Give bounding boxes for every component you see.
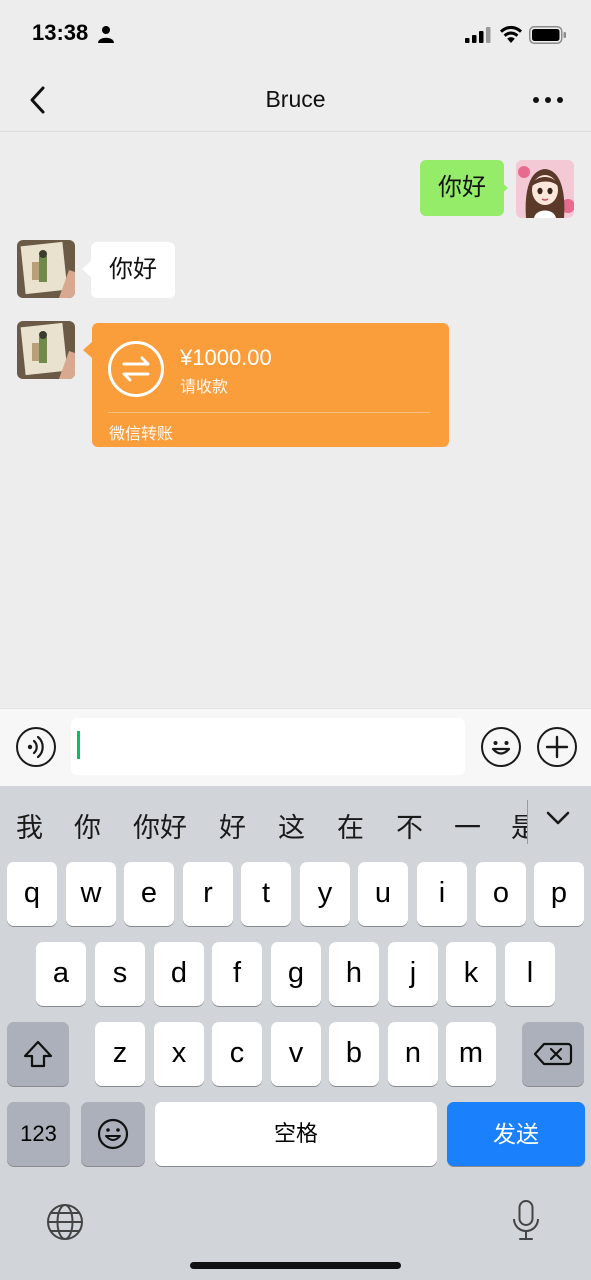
voice-icon[interactable]	[16, 727, 56, 767]
shift-key[interactable]	[7, 1022, 69, 1086]
message-input[interactable]	[71, 718, 465, 775]
shift-icon	[23, 1040, 53, 1068]
home-indicator[interactable]	[190, 1262, 401, 1269]
key-b[interactable]: b	[329, 1022, 379, 1086]
divider	[527, 800, 528, 844]
more-icon[interactable]	[530, 92, 566, 108]
transfer-footer-label: 微信转账	[109, 426, 174, 443]
key-p[interactable]: p	[534, 862, 584, 926]
plus-icon[interactable]	[537, 727, 577, 767]
space-key[interactable]: 空格	[155, 1102, 437, 1166]
key-k[interactable]: k	[446, 942, 496, 1006]
key-h[interactable]: h	[329, 942, 379, 1006]
key-n[interactable]: n	[388, 1022, 438, 1086]
transfer-card[interactable]: ¥1000.00 请收款 微信转账	[92, 323, 449, 447]
status-time: 13:38	[32, 20, 89, 45]
key-w[interactable]: w	[66, 862, 116, 926]
contact-avatar[interactable]	[17, 240, 75, 298]
key-o[interactable]: o	[476, 862, 526, 926]
bubble-tail	[499, 180, 508, 196]
candidate-word[interactable]: 在	[337, 806, 364, 845]
key-j[interactable]: j	[388, 942, 438, 1006]
wifi-icon	[500, 25, 522, 43]
key-r[interactable]: r	[183, 862, 233, 926]
candidate-clip: 是	[511, 800, 527, 844]
candidate-word[interactable]: 我	[16, 806, 43, 845]
signal-icon	[465, 27, 491, 43]
key-f[interactable]: f	[212, 942, 262, 1006]
transfer-note: 请收款	[180, 379, 229, 396]
transfer-arrows-icon	[108, 341, 164, 397]
transfer-amount: ¥1000.00	[180, 345, 272, 370]
emoji-icon[interactable]	[481, 727, 521, 767]
emoji-keyboard-key[interactable]	[81, 1102, 145, 1166]
key-x[interactable]: x	[154, 1022, 204, 1086]
key-u[interactable]: u	[358, 862, 408, 926]
key-d[interactable]: d	[154, 942, 204, 1006]
key-l[interactable]: l	[505, 942, 555, 1006]
key-c[interactable]: c	[212, 1022, 262, 1086]
key-g[interactable]: g	[271, 942, 321, 1006]
key-y[interactable]: y	[300, 862, 350, 926]
key-z[interactable]: z	[95, 1022, 145, 1086]
bubble-tail	[83, 342, 92, 358]
incoming-message-bubble[interactable]: 你好	[91, 242, 175, 298]
key-v[interactable]: v	[271, 1022, 321, 1086]
text-caret	[77, 731, 80, 759]
chat-title: Bruce	[265, 86, 326, 112]
contact-avatar[interactable]	[17, 321, 75, 379]
candidate-word[interactable]: 你	[74, 806, 101, 845]
person-icon	[98, 26, 114, 43]
key-m[interactable]: m	[446, 1022, 496, 1086]
key-t[interactable]: t	[241, 862, 291, 926]
battery-icon	[529, 26, 566, 44]
candidate-word[interactable]: 不	[396, 806, 423, 845]
candidate-word[interactable]: 一	[454, 806, 481, 845]
candidate-word[interactable]: 你好	[133, 806, 187, 845]
globe-icon[interactable]	[45, 1202, 85, 1242]
candidate-word[interactable]: 这	[278, 806, 305, 845]
numbers-key[interactable]: 123	[7, 1102, 70, 1166]
my-avatar[interactable]	[516, 160, 574, 218]
send-key[interactable]: 发送	[447, 1102, 585, 1166]
bubble-tail	[82, 261, 91, 277]
key-e[interactable]: e	[124, 862, 174, 926]
candidate-word[interactable]: 是	[511, 806, 527, 844]
candidate-word[interactable]: 好	[219, 806, 246, 845]
key-s[interactable]: s	[95, 942, 145, 1006]
chevron-down-icon[interactable]	[540, 803, 576, 833]
microphone-icon[interactable]	[511, 1199, 541, 1243]
key-a[interactable]: a	[36, 942, 86, 1006]
outgoing-message-bubble[interactable]: 你好	[420, 160, 504, 216]
emoji-icon	[97, 1118, 129, 1150]
backspace-key[interactable]	[522, 1022, 584, 1086]
key-q[interactable]: q	[7, 862, 57, 926]
backspace-icon	[533, 1042, 573, 1066]
key-i[interactable]: i	[417, 862, 467, 926]
divider	[108, 412, 430, 413]
